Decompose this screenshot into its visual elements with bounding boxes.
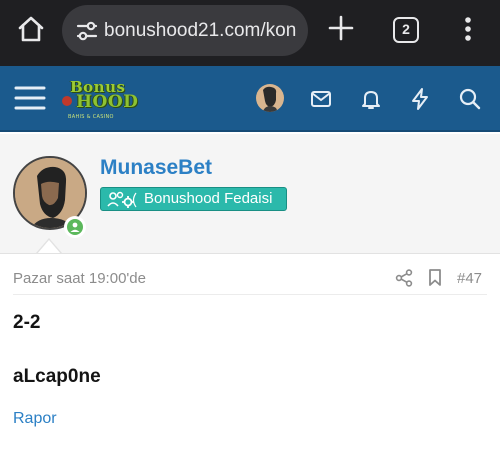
online-dot-icon bbox=[67, 219, 83, 235]
tab-switcher-button[interactable]: 2 bbox=[393, 17, 419, 43]
envelope-icon[interactable] bbox=[309, 87, 333, 111]
rank-label: Bonushood Fedaisi bbox=[144, 190, 273, 207]
post-date[interactable]: Pazar saat 19:00'de bbox=[13, 270, 146, 287]
bookmark-icon[interactable] bbox=[428, 268, 442, 287]
browser-toolbar: bonushood21.com/kon 2 bbox=[0, 0, 500, 66]
report-link[interactable]: Rapor bbox=[13, 410, 57, 428]
message-line-2: aLcap0ne bbox=[13, 366, 101, 387]
site-header: Bonus HOOD BAHIS & CASINO bbox=[0, 66, 500, 132]
search-icon[interactable] bbox=[458, 87, 482, 111]
online-status-indicator bbox=[64, 216, 86, 238]
header-avatar[interactable] bbox=[256, 84, 284, 112]
message-card: Pazar saat 19:00'de #47 2-2 aLcap0ne Rap… bbox=[0, 253, 500, 451]
logo-tagline: BAHIS & CASINO bbox=[68, 114, 114, 120]
new-tab-icon[interactable] bbox=[327, 14, 355, 42]
post-number-link[interactable]: #47 bbox=[457, 270, 482, 287]
share-icon[interactable] bbox=[395, 269, 413, 287]
home-icon[interactable] bbox=[16, 14, 46, 44]
bell-icon[interactable] bbox=[359, 87, 383, 111]
site-settings-icon[interactable] bbox=[76, 20, 98, 42]
author-name[interactable]: MunaseBet bbox=[100, 156, 212, 180]
bolt-icon[interactable] bbox=[408, 87, 432, 111]
message-arrow-fill bbox=[37, 240, 61, 254]
menu-icon[interactable] bbox=[14, 83, 46, 113]
user-rank-badge: Bonushood Fedaisi bbox=[100, 187, 287, 211]
logo-line-2: HOOD bbox=[76, 92, 139, 112]
users-gear-icon bbox=[107, 191, 137, 208]
message-line-1: 2-2 bbox=[13, 312, 41, 333]
header-divider bbox=[13, 294, 487, 295]
url-text[interactable]: bonushood21.com/kon bbox=[104, 20, 296, 42]
address-bar[interactable]: bonushood21.com/kon bbox=[62, 5, 308, 56]
site-logo[interactable]: Bonus HOOD BAHIS & CASINO bbox=[62, 78, 154, 122]
cherry-icon bbox=[62, 96, 72, 106]
more-options-icon[interactable] bbox=[458, 14, 478, 44]
post-author-panel: MunaseBet Bonushood Fedaisi bbox=[0, 134, 500, 256]
